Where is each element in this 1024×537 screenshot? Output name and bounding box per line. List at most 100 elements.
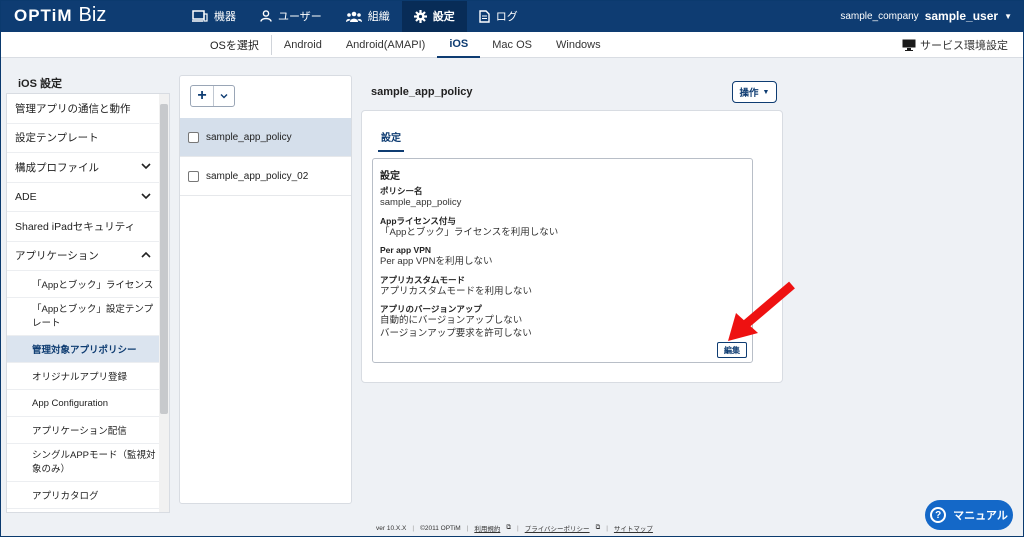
main-nav: 機器 ユーザー 組織 設定 ログ xyxy=(180,0,530,32)
sidebar-item-app-distribution[interactable]: アプリケーション配信 xyxy=(7,417,159,444)
tab-settings[interactable]: 設定 xyxy=(378,129,404,152)
gear-icon xyxy=(413,9,427,23)
field-value: Per app VPNを利用しない xyxy=(380,256,493,267)
red-arrow-annotation xyxy=(728,281,795,341)
tab-macos[interactable]: Mac OS xyxy=(480,32,544,58)
tab-android-amapi[interactable]: Android(AMAPI) xyxy=(334,32,437,58)
policy-list-panel: + sample_app_policy sample_app_policy_02 xyxy=(179,75,352,504)
sidebar-item-label: アプリケーション配信 xyxy=(32,426,127,437)
scrollbar-thumb[interactable] xyxy=(160,104,168,414)
field-label: Appライセンス付与 xyxy=(380,215,456,226)
tab-windows[interactable]: Windows xyxy=(544,32,613,58)
sidebar-item-ade[interactable]: ADE xyxy=(7,183,159,212)
nav-settings[interactable]: 設定 xyxy=(401,0,467,32)
service-settings-label: サービス環境設定 xyxy=(920,40,1008,52)
policy-list-item[interactable]: sample_app_policy_02 xyxy=(180,157,351,196)
sidebar-item-app-communication[interactable]: 管理アプリの通信と動作 xyxy=(7,94,159,124)
field-label: Per app VPN xyxy=(380,245,432,255)
field-value: アプリカスタムモードを利用しない xyxy=(380,285,533,297)
operation-button[interactable]: 操作 ▼ xyxy=(732,81,777,103)
operation-button-label: 操作 xyxy=(739,88,759,99)
nav-log[interactable]: ログ xyxy=(467,0,530,32)
sidebar-item-label: アプリケーション xyxy=(15,250,99,263)
top-bar: OPTiM Biz 機器 ユーザー 組織 設定 ログ sample_compan… xyxy=(0,0,1024,32)
policy-name: sample_app_policy_02 xyxy=(206,170,309,182)
external-link-icon: ⧉ xyxy=(506,524,511,531)
sidebar-item-templates[interactable]: 設定テンプレート xyxy=(7,124,159,153)
add-policy-group: + xyxy=(190,85,235,107)
log-icon xyxy=(479,9,490,23)
user-menu[interactable]: sample_company sample_user ▼ xyxy=(840,0,1012,32)
policy-list-item[interactable]: sample_app_policy xyxy=(180,118,351,157)
sidebar-item-label: シングルAPPモード（監視対象のみ） xyxy=(32,450,156,475)
sidebar-item-vpp-template[interactable]: 「Appとブック」設定テンプレート xyxy=(7,298,159,336)
help-icon: ? xyxy=(930,507,947,523)
sidebar-item-label: 「Appとブック」ライセンス xyxy=(32,280,154,291)
add-dropdown-button[interactable] xyxy=(214,86,234,106)
sidebar-item-label: Shared iPadセキュリティ xyxy=(15,220,136,233)
policy-checkbox[interactable] xyxy=(188,131,199,143)
external-link-icon: ⧉ xyxy=(595,524,601,531)
sidebar-item-vpp-license[interactable]: 「Appとブック」ライセンス xyxy=(7,271,159,298)
nav-devices[interactable]: 機器 xyxy=(180,0,248,32)
field-app-version-up: アプリのバージョンアップ 自動的にバージョンアップしない バージョンアップ要求を… xyxy=(380,304,740,340)
add-button[interactable]: + xyxy=(191,86,214,106)
chevron-down-icon xyxy=(141,163,151,170)
field-value: バージョンアップ要求を許可しない xyxy=(380,327,532,339)
device-icon xyxy=(192,10,208,22)
optim-biz-logo[interactable]: OPTiM Biz xyxy=(14,4,106,27)
sidebar-item-label: アプリカタログ xyxy=(32,491,99,502)
field-app-custom-mode: アプリカスタムモード アプリカスタムモードを利用しない xyxy=(380,275,740,299)
sidebar-item-applications[interactable]: アプリケーション xyxy=(7,242,159,271)
sidebar-item-single-app-mode[interactable]: シングルAPPモード（監視対象のみ） xyxy=(7,444,159,482)
version-text: ver 10.X.X xyxy=(376,524,407,532)
tab-android[interactable]: Android xyxy=(272,32,334,58)
sidebar-item-label: 管理対象アプリポリシー xyxy=(32,345,137,356)
settings-section: 設定 ポリシー名 sample_app_policy Appライセンス付与 「A… xyxy=(372,158,753,363)
tab-ios[interactable]: iOS xyxy=(437,32,481,58)
sidebar-item-app-configuration[interactable]: App Configuration xyxy=(7,390,159,417)
nav-devices-label: 機器 xyxy=(214,11,236,23)
nav-settings-label: 設定 xyxy=(432,11,455,23)
field-value: sample_app_policy xyxy=(380,197,462,208)
manual-button[interactable]: ? マニュアル xyxy=(925,500,1013,530)
chevron-up-icon xyxy=(141,251,151,258)
field-value: 「Appとブック」ライセンスを利用しない xyxy=(380,226,559,238)
logo-sub: Biz xyxy=(78,4,107,26)
os-subnav: OSを選択 Android Android(AMAPI) iOS Mac OS … xyxy=(0,32,1024,58)
page-title: sample_app_policy xyxy=(371,86,473,98)
user-icon xyxy=(260,10,272,22)
privacy-link[interactable]: プライバシーポリシー xyxy=(525,523,590,533)
sidebar-item-config-profile[interactable]: 構成プロファイル xyxy=(7,153,159,183)
policy-name: sample_app_policy xyxy=(206,131,292,143)
sitemap-link[interactable]: サイトマップ xyxy=(614,523,653,533)
sidebar-item-app-catalog[interactable]: アプリカタログ xyxy=(7,482,159,509)
sidebar-item-managed-app-policy[interactable]: 管理対象アプリポリシー xyxy=(7,336,159,363)
caret-down-icon: ▼ xyxy=(1004,11,1012,21)
sidebar-scrollbar[interactable] xyxy=(159,94,169,512)
sidebar-item-label: ADE xyxy=(15,190,37,203)
sidebar-item-original-app[interactable]: オリジナルアプリ登録 xyxy=(7,363,159,390)
sidebar-item-label: 構成プロファイル xyxy=(15,161,99,174)
footer: ver 10.X.X | ©2011 OPTiM | 利用規約 ⧉ | プライバ… xyxy=(376,523,653,533)
policy-checkbox[interactable] xyxy=(188,170,199,182)
nav-users[interactable]: ユーザー xyxy=(248,0,334,32)
nav-users-label: ユーザー xyxy=(278,11,322,23)
terms-link[interactable]: 利用規約 xyxy=(474,523,500,533)
field-label: アプリのバージョンアップ xyxy=(380,304,482,314)
logo-main: OPTiM xyxy=(14,6,73,25)
chevron-down-icon xyxy=(220,94,228,99)
nav-organization[interactable]: 組織 xyxy=(334,0,402,32)
manual-button-label: マニュアル xyxy=(953,510,1008,522)
field-app-license: Appライセンス付与 「Appとブック」ライセンスを利用しない xyxy=(380,216,740,240)
field-label: ポリシー名 xyxy=(380,186,423,196)
service-settings-link[interactable]: サービス環境設定 xyxy=(902,32,1008,58)
nav-log-label: ログ xyxy=(495,11,518,23)
sidebar-item-label: 「Appとブック」設定テンプレート xyxy=(32,304,154,329)
section-title: 設定 xyxy=(380,171,400,182)
sidebar-item-label: オリジナルアプリ登録 xyxy=(32,372,128,383)
company-name: sample_company xyxy=(840,10,919,22)
sidebar-item-shared-ipad[interactable]: Shared iPadセキュリティ xyxy=(7,212,159,242)
field-value: 自動的にバージョンアップしない xyxy=(380,315,523,326)
sidebar-item-label: 設定テンプレート xyxy=(15,132,99,145)
